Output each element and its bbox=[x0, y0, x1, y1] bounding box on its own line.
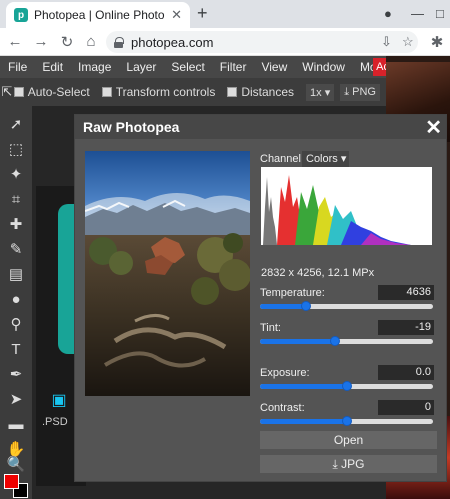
toolbox: ➚ ⬚ ✦ ⌗ ✚ ✎ ▤ ● ⚲ T ✒ ➤ ▬ ✋ 🔍 bbox=[0, 106, 32, 499]
distances-label: Distances bbox=[241, 85, 295, 99]
menu-edit[interactable]: Edit bbox=[42, 60, 63, 74]
tab-title: Photopea | Online Photo Editor bbox=[34, 8, 165, 22]
tab-close-icon[interactable]: ✕ bbox=[171, 7, 182, 23]
slider-thumb[interactable] bbox=[301, 301, 311, 311]
magic-wand-tool-icon[interactable]: ✦ bbox=[5, 164, 27, 186]
bookmark-star-icon[interactable]: ☆ bbox=[402, 34, 414, 50]
raw-preview-image bbox=[85, 151, 250, 396]
slider-fill bbox=[260, 384, 347, 389]
temperature-value[interactable]: 4636 bbox=[378, 285, 434, 300]
zoom-dropdown[interactable]: 1x ▾ bbox=[306, 83, 335, 101]
slider-fill bbox=[260, 339, 335, 344]
marquee-tool-icon[interactable]: ⬚ bbox=[5, 139, 27, 161]
auto-select-label: Auto-Select bbox=[27, 85, 90, 99]
move-tool-icon[interactable]: ⇱ bbox=[0, 84, 14, 100]
download-icon: ⤓ bbox=[332, 457, 338, 471]
slider-fill bbox=[260, 304, 306, 309]
extensions-icon[interactable]: ✱ bbox=[428, 33, 446, 51]
temperature-slider[interactable] bbox=[260, 301, 433, 313]
psd-file-icon[interactable]: ▣ bbox=[44, 390, 74, 412]
foreground-color-swatch[interactable] bbox=[4, 474, 19, 489]
export-png-button[interactable]: ⤓ PNG bbox=[340, 83, 380, 101]
new-tab-icon[interactable]: + bbox=[197, 3, 208, 24]
export-jpg-button[interactable]: ⤓ JPG bbox=[260, 455, 437, 473]
histogram-graph bbox=[263, 175, 411, 245]
options-bar: ⇱ Auto-Select Transform controls Distanc… bbox=[0, 78, 386, 106]
contrast-value[interactable]: 0 bbox=[378, 400, 434, 415]
transform-controls-checkbox[interactable]: Transform controls bbox=[101, 85, 216, 99]
transform-controls-label: Transform controls bbox=[115, 85, 216, 99]
download-icon: ⤓ bbox=[344, 85, 350, 98]
psd-label: .PSD bbox=[42, 416, 68, 428]
dialog-title: Raw Photopea bbox=[83, 119, 180, 135]
type-tool-icon[interactable]: T bbox=[5, 339, 27, 361]
dialog-header: Raw Photopea ✕ bbox=[75, 115, 446, 139]
distances-checkbox[interactable]: Distances bbox=[227, 85, 294, 99]
menu-view[interactable]: View bbox=[261, 60, 287, 74]
brush-tool-icon[interactable]: ✎ bbox=[5, 239, 27, 261]
address-bar: ← → ↻ ⌂ photopea.com ⇩ ☆ ✱ bbox=[0, 28, 450, 56]
checkbox-icon bbox=[101, 87, 112, 97]
contrast-label: Contrast: bbox=[260, 402, 305, 414]
slider-thumb[interactable] bbox=[342, 381, 352, 391]
blur-tool-icon[interactable]: ● bbox=[5, 289, 27, 311]
minimize-icon[interactable]: — bbox=[411, 6, 424, 21]
zoom-value: 1x bbox=[310, 86, 322, 99]
healing-tool-icon[interactable]: ✚ bbox=[5, 214, 27, 236]
menu-layer[interactable]: Layer bbox=[126, 60, 156, 74]
menu-window[interactable]: Window bbox=[302, 60, 345, 74]
open-button[interactable]: Open bbox=[260, 431, 437, 449]
temperature-label: Temperature: bbox=[260, 287, 325, 299]
path-select-tool-icon[interactable]: ➤ bbox=[5, 389, 27, 411]
crop-tool-icon[interactable]: ⌗ bbox=[5, 189, 27, 211]
menu-filter[interactable]: Filter bbox=[220, 60, 247, 74]
rectangle-tool-icon[interactable]: ▬ bbox=[5, 414, 27, 436]
url-text: photopea.com bbox=[131, 34, 214, 50]
dodge-tool-icon[interactable]: ⚲ bbox=[5, 314, 27, 336]
pen-tool-icon[interactable]: ✒ bbox=[5, 364, 27, 386]
checkbox-icon bbox=[13, 87, 24, 97]
chrome-profile-icon[interactable]: ● bbox=[384, 6, 392, 21]
home-icon[interactable]: ⌂ bbox=[82, 33, 100, 50]
tint-value[interactable]: -19 bbox=[378, 320, 434, 335]
menu-select[interactable]: Select bbox=[171, 60, 204, 74]
forward-icon[interactable]: → bbox=[32, 33, 50, 50]
tint-label: Tint: bbox=[260, 322, 281, 334]
exposure-value[interactable]: 0.0 bbox=[378, 365, 434, 380]
window-maximize-icon[interactable]: □ bbox=[436, 6, 444, 21]
lock-icon bbox=[114, 37, 124, 48]
move-tool-icon[interactable]: ➚ bbox=[5, 114, 27, 136]
export-jpg-label: JPG bbox=[341, 457, 365, 471]
slider-thumb[interactable] bbox=[342, 416, 352, 426]
browser-tab[interactable]: p Photopea | Online Photo Editor ✕ bbox=[6, 2, 190, 28]
tint-slider[interactable] bbox=[260, 336, 433, 348]
channel-dropdown[interactable]: Colors ▾ bbox=[302, 151, 349, 167]
channel-label: Channel: bbox=[260, 153, 305, 165]
browser-tab-bar: p Photopea | Online Photo Editor ✕ + ● —… bbox=[0, 0, 450, 28]
contrast-slider[interactable] bbox=[260, 416, 433, 428]
back-icon[interactable]: ← bbox=[6, 33, 24, 50]
close-icon[interactable]: ✕ bbox=[425, 115, 442, 140]
zoom-tool-icon[interactable]: 🔍 bbox=[5, 454, 27, 476]
gradient-tool-icon[interactable]: ▤ bbox=[5, 264, 27, 286]
checkbox-icon bbox=[227, 87, 238, 97]
slider-fill bbox=[260, 419, 347, 424]
raw-photopea-dialog: Raw Photopea ✕ Channel: Colors ▾ 2832 x … bbox=[74, 114, 447, 482]
exposure-label: Exposure: bbox=[260, 367, 310, 379]
install-app-icon[interactable]: ⇩ bbox=[381, 34, 392, 50]
photopea-favicon-icon: p bbox=[14, 8, 28, 22]
auto-select-checkbox[interactable]: Auto-Select bbox=[13, 85, 90, 99]
image-info: 2832 x 4256, 12.1 MPx bbox=[261, 267, 375, 279]
landscape-photo bbox=[85, 151, 250, 396]
slider-thumb[interactable] bbox=[330, 336, 340, 346]
histogram bbox=[261, 167, 432, 245]
menu-file[interactable]: File bbox=[8, 60, 27, 74]
url-bar[interactable]: photopea.com ⇩ ☆ bbox=[106, 31, 418, 53]
menu-image[interactable]: Image bbox=[78, 60, 111, 74]
exposure-slider[interactable] bbox=[260, 381, 433, 393]
reload-icon[interactable]: ↻ bbox=[58, 33, 76, 51]
channel-value: Colors bbox=[306, 153, 338, 165]
menu-bar: File Edit Image Layer Select Filter View… bbox=[0, 56, 450, 78]
export-png-label: PNG bbox=[352, 85, 376, 98]
